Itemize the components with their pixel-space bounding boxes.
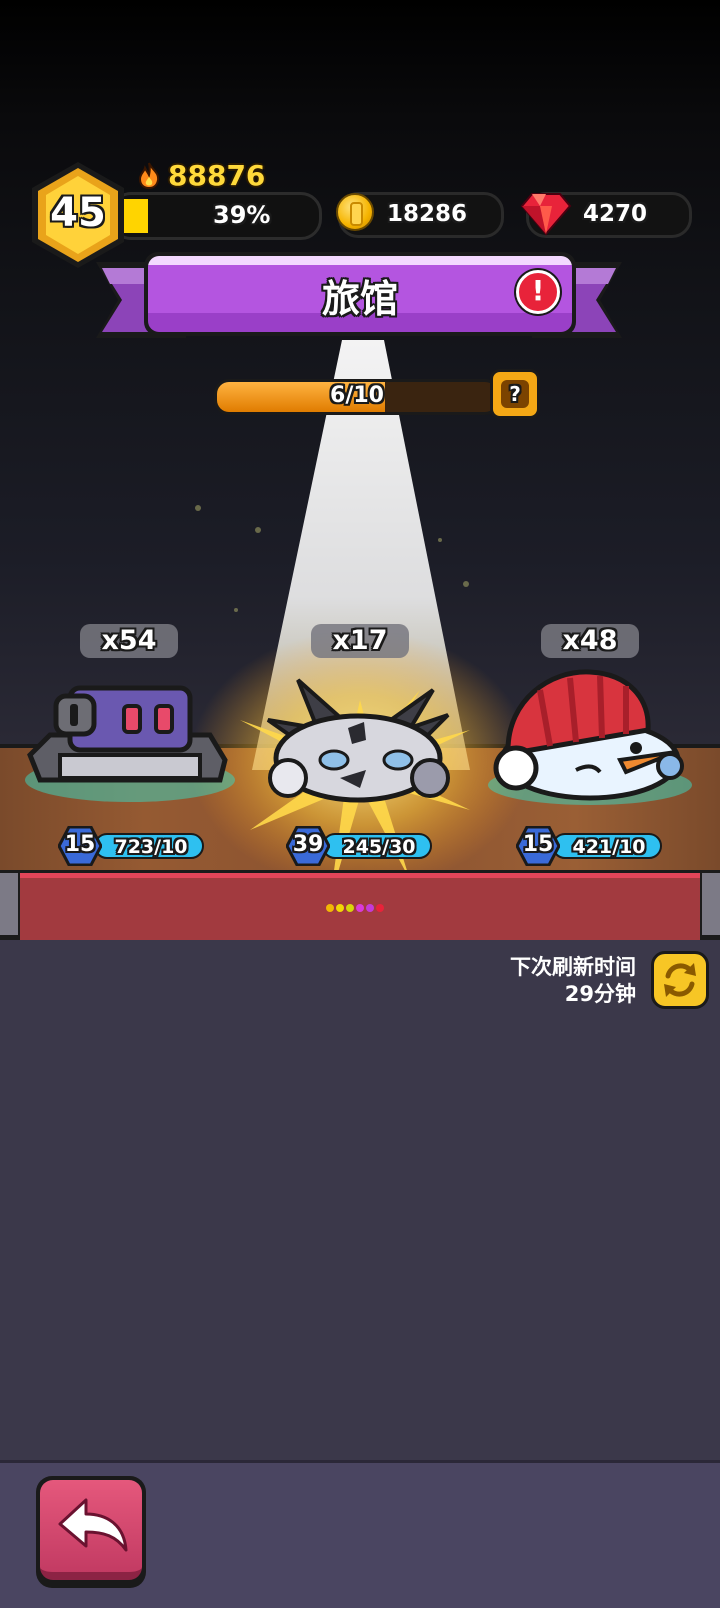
hero-level: 15 bbox=[522, 832, 554, 857]
snowman-hero-icon[interactable] bbox=[480, 660, 700, 830]
hero-shards: 421/10 bbox=[572, 836, 646, 858]
power-value: 88876 bbox=[168, 158, 266, 192]
page-dot bbox=[356, 904, 364, 912]
hero-shards: 723/10 bbox=[114, 836, 188, 858]
help-button[interactable]: ? bbox=[490, 369, 540, 419]
player-level: 45 bbox=[50, 190, 106, 236]
page-dot bbox=[366, 904, 374, 912]
page-dot bbox=[376, 904, 384, 912]
red-gem-icon bbox=[520, 193, 572, 236]
alert-icon[interactable]: ! bbox=[516, 270, 560, 314]
page-dot bbox=[346, 904, 354, 912]
title-banner: 旅馆 ! bbox=[144, 252, 576, 336]
page-dot bbox=[326, 904, 334, 912]
xp-bar: 39% bbox=[110, 192, 322, 240]
power-display: 88876 bbox=[136, 158, 266, 192]
rail-right-cap bbox=[702, 873, 720, 935]
refresh-icon bbox=[664, 963, 696, 997]
hero-level: 39 bbox=[292, 832, 324, 857]
player-level-badge[interactable]: 45 bbox=[28, 160, 128, 270]
gem-amount: 4270 bbox=[583, 201, 648, 227]
spiky-metal-slime-hero-icon[interactable] bbox=[248, 660, 468, 830]
hero-count-tag: x54 bbox=[80, 624, 178, 658]
hero-level: 15 bbox=[64, 832, 96, 857]
robot-tank-hero-icon[interactable] bbox=[20, 660, 240, 830]
coin-amount: 18286 bbox=[387, 201, 468, 227]
shop-panel bbox=[0, 938, 720, 1460]
page-indicator-dots bbox=[326, 904, 384, 914]
flame-icon bbox=[138, 162, 160, 189]
coin-icon bbox=[336, 193, 374, 231]
page-title: 旅馆 bbox=[321, 277, 398, 321]
refresh-label: 下次刷新时间 bbox=[510, 955, 636, 979]
back-button[interactable] bbox=[36, 1476, 146, 1588]
hero-count-tag: x48 bbox=[541, 624, 639, 658]
inn-progress-label: 6/10 bbox=[330, 383, 384, 408]
inn-progress-bar: 6/10 bbox=[214, 379, 500, 415]
hero-shards: 245/30 bbox=[342, 836, 416, 858]
refresh-timer: 下次刷新时间 29分钟 bbox=[510, 954, 636, 1008]
back-arrow-icon bbox=[58, 1498, 128, 1552]
refresh-button[interactable] bbox=[651, 951, 709, 1009]
xp-percent: 39% bbox=[213, 201, 271, 229]
inn-screen: 39% 45 88876 18286 4270 旅馆 ! 6/10 ? x54 … bbox=[0, 0, 720, 1608]
rail-left-cap bbox=[0, 873, 18, 935]
hero-count-tag: x17 bbox=[311, 624, 409, 658]
refresh-time: 29分钟 bbox=[564, 982, 636, 1006]
question-icon: ? bbox=[509, 382, 521, 406]
page-dot bbox=[336, 904, 344, 912]
